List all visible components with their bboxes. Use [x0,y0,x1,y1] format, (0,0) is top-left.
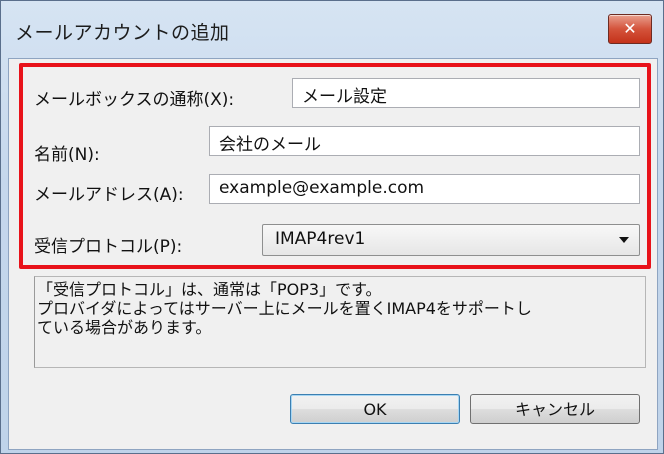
close-button[interactable]: ✕ [608,14,652,44]
highlight-frame [19,63,651,269]
protocol-description: 「受信プロトコル」は、通常は「POP3」です。 プロバイダによってはサーバー上に… [34,276,646,368]
cancel-button[interactable]: キャンセル [470,394,640,424]
description-line-3: ている場合があります。 [37,318,212,337]
dialog-title: メールアカウントの追加 [15,22,230,44]
close-icon: ✕ [623,19,637,38]
ok-button[interactable]: OK [290,394,460,424]
